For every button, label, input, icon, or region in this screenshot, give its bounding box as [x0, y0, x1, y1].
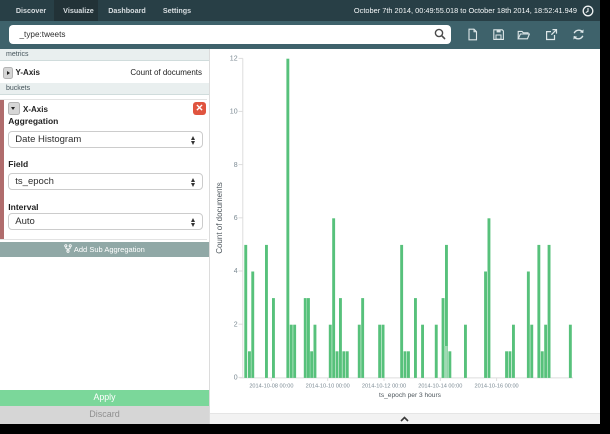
svg-text:10: 10	[230, 108, 238, 115]
svg-text:0: 0	[234, 374, 238, 381]
svg-text:2: 2	[234, 321, 238, 328]
svg-text:12: 12	[230, 55, 238, 62]
svg-text:ts_epoch per 3 hours: ts_epoch per 3 hours	[379, 391, 442, 398]
svg-text:2014-10-14 00:00: 2014-10-14 00:00	[418, 383, 462, 389]
svg-text:4: 4	[234, 268, 238, 275]
svg-text:Count of documents: Count of documents	[215, 182, 224, 254]
svg-text:2014-10-10 00:00: 2014-10-10 00:00	[306, 383, 350, 389]
svg-text:6: 6	[234, 215, 238, 222]
svg-text:2014-10-16 00:00: 2014-10-16 00:00	[475, 383, 519, 389]
svg-text:8: 8	[234, 161, 238, 168]
svg-text:2014-10-12 00:00: 2014-10-12 00:00	[362, 383, 406, 389]
svg-text:2014-10-08 00:00: 2014-10-08 00:00	[249, 383, 293, 389]
